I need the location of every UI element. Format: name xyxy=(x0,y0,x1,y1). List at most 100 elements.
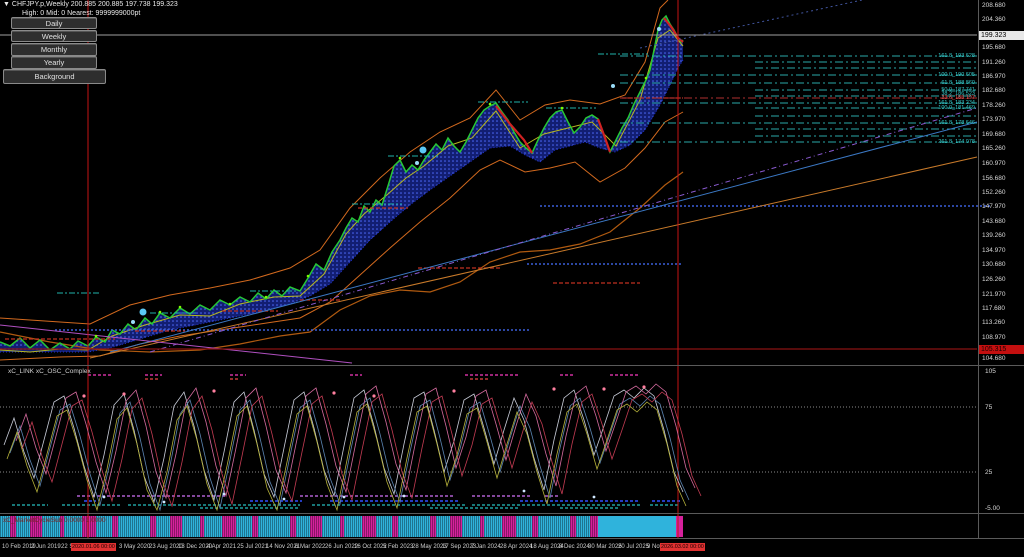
osc-axis-label: 75 xyxy=(985,404,992,411)
osc-axis-label: 105 xyxy=(985,368,996,375)
osc-dot-pink xyxy=(372,394,375,397)
osc-dot-pink xyxy=(642,385,645,388)
price-green-dot xyxy=(265,296,268,299)
price-green-dot xyxy=(489,103,492,106)
price-axis-line xyxy=(978,0,979,538)
osc-dot-pink xyxy=(82,394,85,397)
price-axis-label: 204.360 xyxy=(982,16,1006,23)
date-label: 28 Apr 2024 xyxy=(500,544,532,551)
osc-dot-light xyxy=(223,493,226,496)
osc-dot-light xyxy=(523,490,526,493)
date-label: 30 Mar 2025 xyxy=(588,544,622,551)
osc-dot-light xyxy=(593,496,596,499)
osc-dot-pink xyxy=(122,392,125,395)
axis-separator xyxy=(0,538,1024,539)
price-axis-label: 126.260 xyxy=(982,276,1006,283)
date-red-tag: 2020.01.06 00:00 xyxy=(71,543,116,551)
price-green-dot xyxy=(645,77,648,80)
price-green-dot xyxy=(229,303,232,306)
price-axis-label: 113.260 xyxy=(982,319,1005,326)
fib-label: 61.8_188.860 xyxy=(845,80,975,86)
price-green-dot xyxy=(307,275,310,278)
osc-dot-pink xyxy=(552,387,555,390)
fib-label: 261.8_174.078 xyxy=(845,139,975,145)
fib-label: 100.0_190.605 xyxy=(845,72,975,78)
indicator-info-line: High: 0 Mid: 0 Nearest: 9999999000pt xyxy=(22,10,140,17)
pane-separator[interactable] xyxy=(0,365,1024,366)
osc-dot-pink xyxy=(602,387,605,390)
osc-line-olive xyxy=(7,402,686,510)
pane-separator[interactable] xyxy=(0,513,1024,514)
symbol-ohlc: CHFJPY.p,Weekly 200.885 200.885 197.738 … xyxy=(12,1,178,8)
price-ribbon xyxy=(0,16,683,352)
price-green-dot xyxy=(179,306,182,309)
price-axis-label: 139.260 xyxy=(982,232,1006,239)
date-label: 25 Jul 2021 xyxy=(237,544,268,551)
fib-label: 161.8_178.646 xyxy=(845,120,975,126)
timeframe-button-yearly[interactable]: Yearly xyxy=(11,56,97,69)
date-label: 4 Apr 2021 xyxy=(207,544,236,551)
date-label: 5 Feb 2023 xyxy=(383,544,413,551)
signal-dot-blue xyxy=(420,147,427,154)
date-label: 8 Dec 2024 xyxy=(559,544,590,551)
price-axis-label: 152.260 xyxy=(982,189,1006,196)
fib-label: 161.8_193.628 xyxy=(845,53,975,59)
timeframe-button-daily[interactable]: Daily xyxy=(11,17,97,29)
date-label: 7 Jan 2024 xyxy=(471,544,501,551)
price-axis-label: 104.680 xyxy=(982,355,1006,362)
price-axis-label: 143.680 xyxy=(982,218,1006,225)
price-ribbon-dots xyxy=(0,16,683,352)
symbol-title: ▼ CHFJPY.p,Weekly 200.885 200.885 197.73… xyxy=(3,1,178,8)
timeframe-button-weekly[interactable]: Weekly xyxy=(11,30,97,42)
date-label: 20 Jul 2025 xyxy=(618,544,649,551)
price-line xyxy=(0,16,683,350)
price-green-dot xyxy=(561,107,564,110)
trading-chart-window: ▼ CHFJPY.p,Weekly 200.885 200.885 197.73… xyxy=(0,0,1024,557)
fib-label: 100.0_181.469 xyxy=(845,105,975,111)
price-green-dot xyxy=(159,311,162,314)
signal-dot-blue-small xyxy=(657,27,661,31)
price-axis-label: 186.970 xyxy=(982,73,1006,80)
timeframe-button-monthly[interactable]: Monthly xyxy=(11,43,97,56)
price-axis-label: 182.680 xyxy=(982,87,1006,94)
osc-dot-light xyxy=(403,495,406,498)
osc-dot-light xyxy=(343,496,346,499)
signal-dot-blue-small xyxy=(611,84,615,88)
price-axis-label: 169.680 xyxy=(982,131,1006,138)
price-axis-label: 178.260 xyxy=(982,102,1006,109)
oscillator-pane-label: xC_LINK xC_OSC_Complex xyxy=(8,368,91,375)
date-label: 2 Jun 2019 xyxy=(31,544,61,551)
date-label: 16 Oct 2022 xyxy=(354,544,387,551)
osc-dot-light xyxy=(103,496,106,499)
date-label: 6 Mar 2022 xyxy=(295,544,325,551)
price-green-dot xyxy=(399,157,402,160)
timeframe-button-background[interactable]: Background xyxy=(3,69,106,84)
signal-dot-blue-small xyxy=(131,320,135,324)
price-axis-label: 165.260 xyxy=(982,145,1006,152)
price-green-dot xyxy=(95,335,98,338)
dropdown-icon[interactable]: ▼ xyxy=(3,1,10,8)
date-label: 3 May 2020 xyxy=(119,544,150,551)
price-axis-label: 195.680 xyxy=(982,44,1006,51)
price-axis-label: 173.970 xyxy=(982,116,1006,123)
price-axis-label: 134.970 xyxy=(982,247,1006,254)
osc-dot-pink xyxy=(332,391,335,394)
osc-dot-light xyxy=(163,501,166,504)
osc-dot-light xyxy=(283,498,286,501)
osc-axis-label: -5.00 xyxy=(985,505,1000,512)
low-price-tag: 105.315 xyxy=(979,345,1024,354)
signal-dot-blue-small xyxy=(415,161,419,165)
price-axis-label: 160.970 xyxy=(982,160,1006,167)
trendline-orange[interactable] xyxy=(90,157,977,358)
price-axis-label: 191.260 xyxy=(982,59,1006,66)
price-axis-label: 121.970 xyxy=(982,291,1006,298)
price-axis-label: 156.680 xyxy=(982,175,1006,182)
current-price-tag: 199.323 xyxy=(979,31,1024,40)
signal-dot-blue xyxy=(140,309,147,316)
price-axis-label: 108.970 xyxy=(982,334,1006,341)
osc-dot-pink xyxy=(452,389,455,392)
price-axis-label: 130.680 xyxy=(982,261,1006,268)
cycle-pane-label: xC_MarketCycleSub 0.0000 1.0000 xyxy=(3,517,106,524)
osc-dot-pink xyxy=(212,389,215,392)
date-red-tag: 2026.03.02 00:00 xyxy=(660,543,705,551)
